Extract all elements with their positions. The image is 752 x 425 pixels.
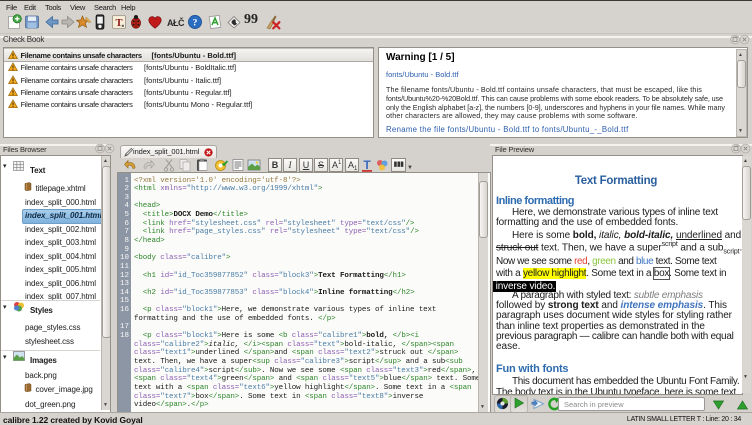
svg-text:T: T (363, 158, 371, 172)
svg-text:T: T (115, 18, 122, 29)
svg-text:?: ? (193, 19, 198, 29)
